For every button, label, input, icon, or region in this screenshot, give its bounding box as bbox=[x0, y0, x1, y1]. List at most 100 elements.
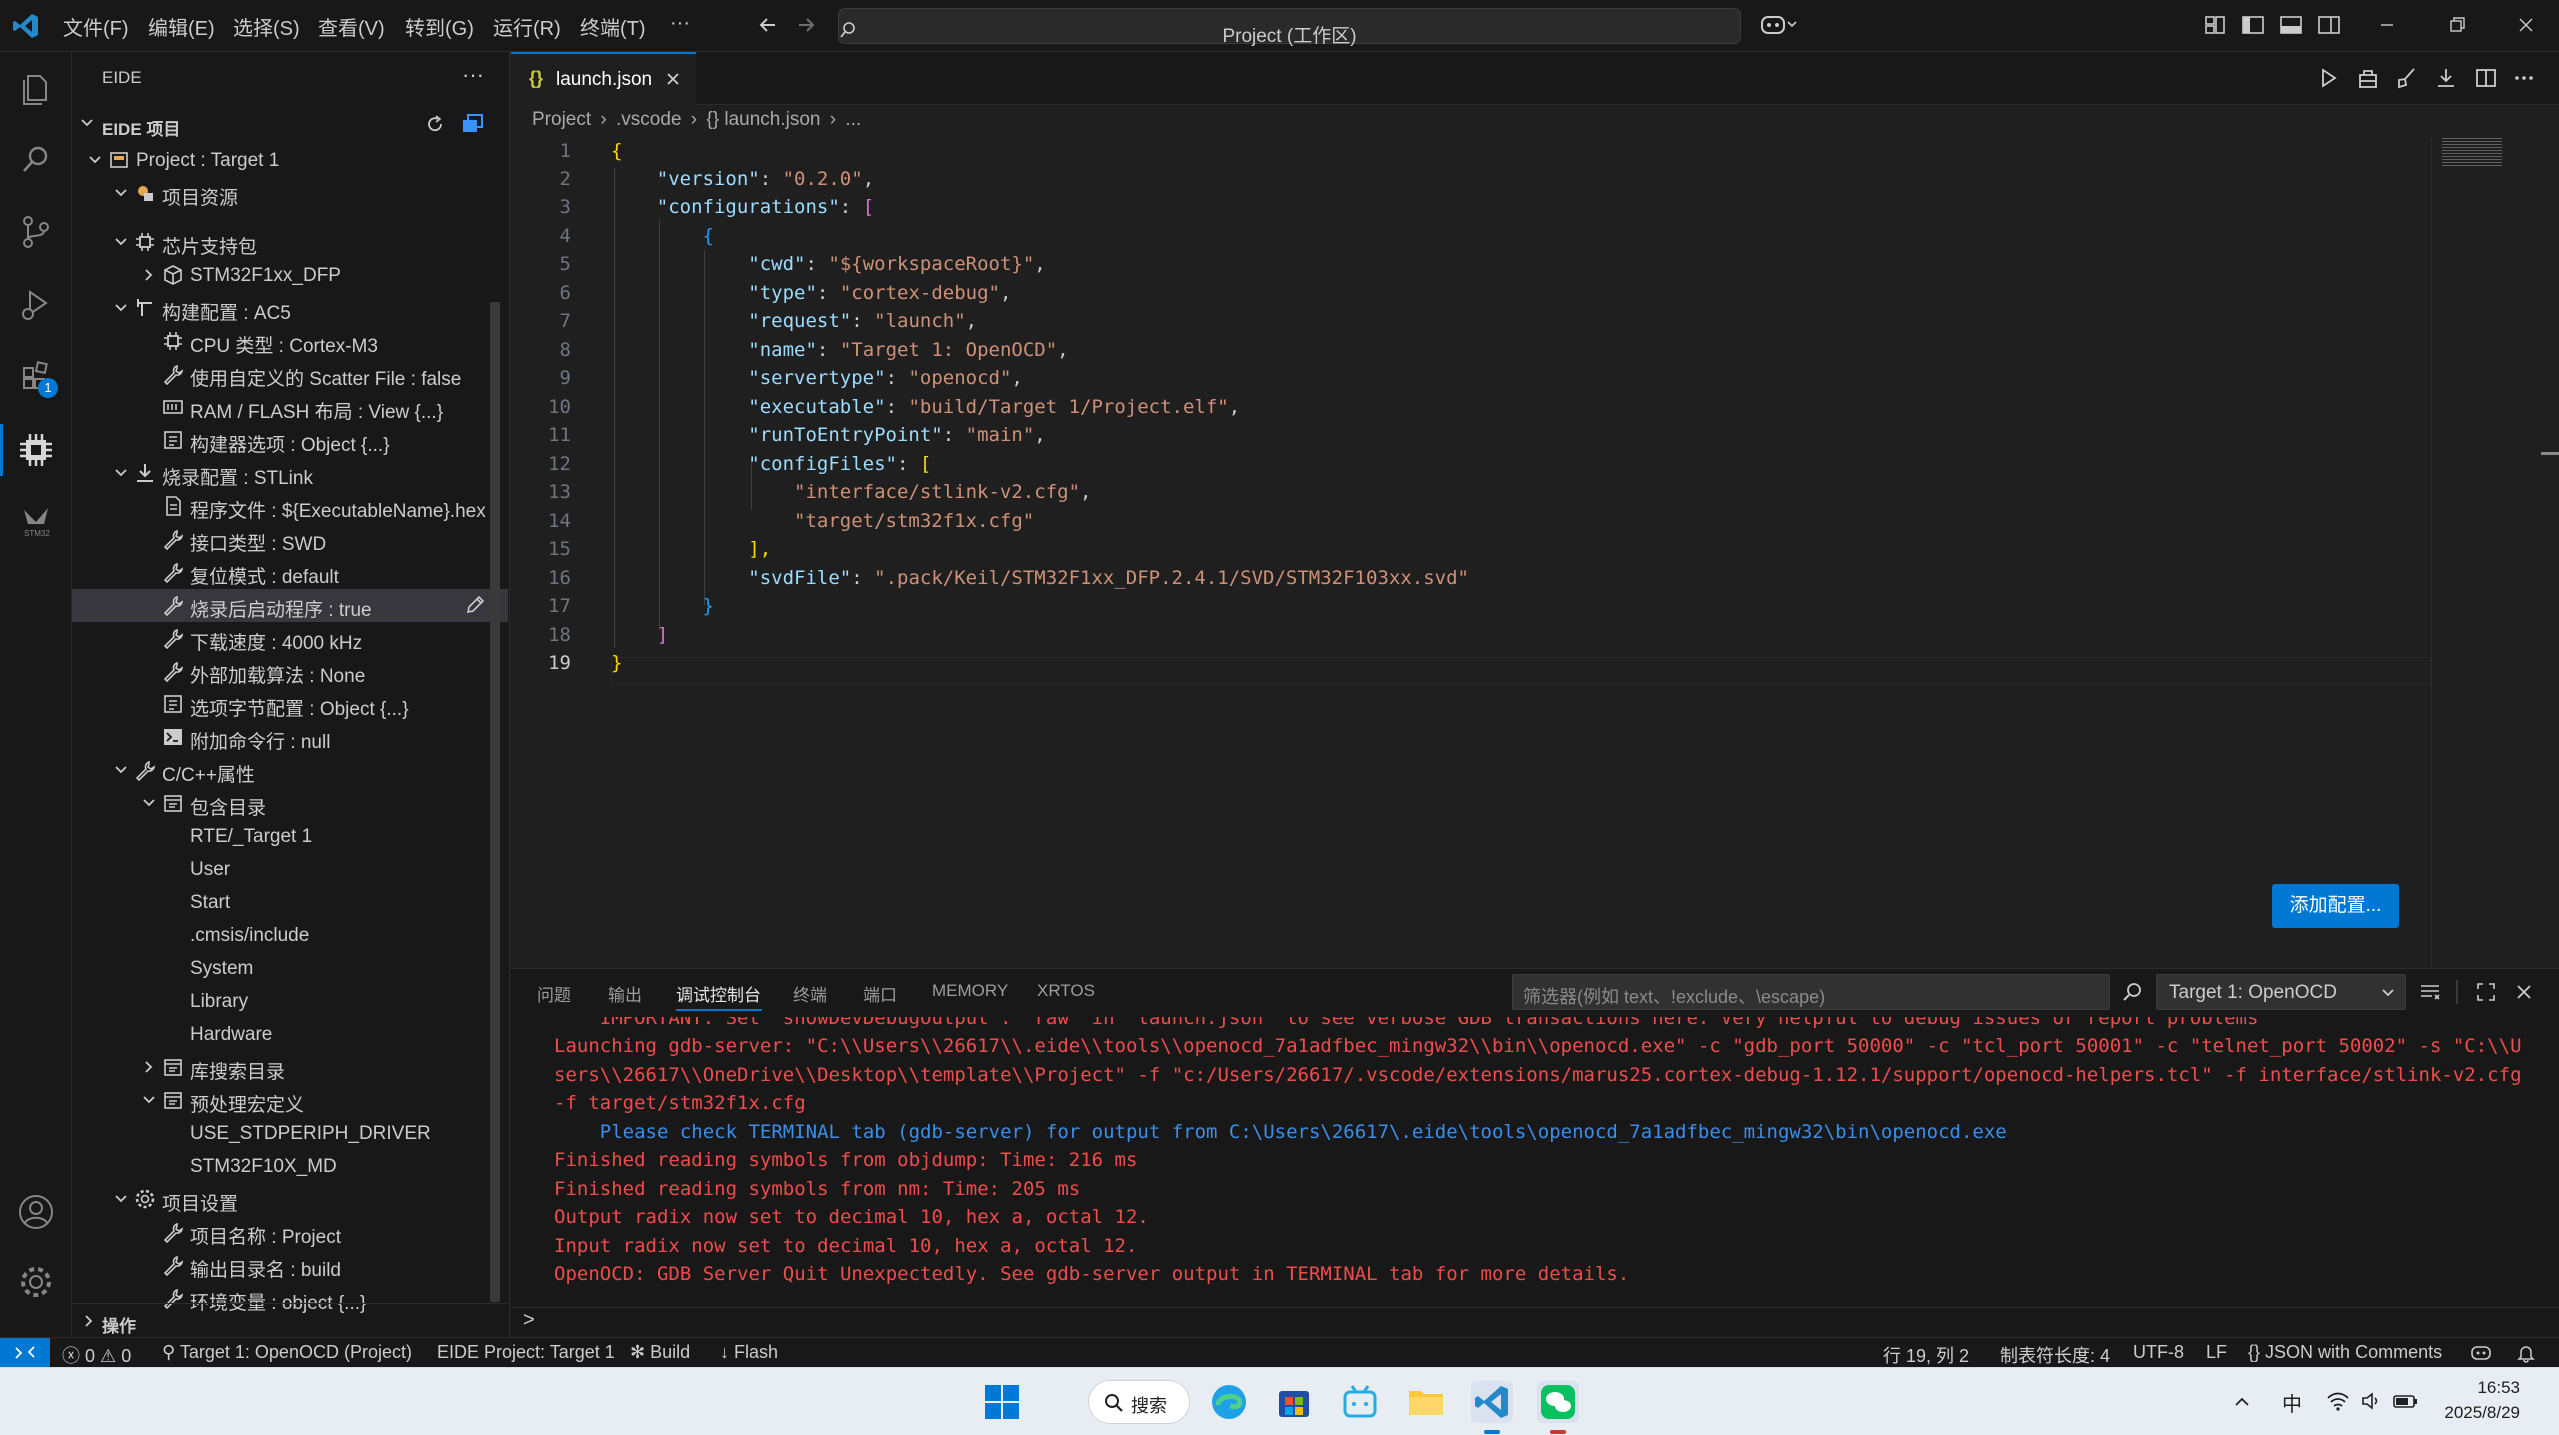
tree-item[interactable]: 复位模式 : default bbox=[72, 556, 508, 589]
menu-file[interactable]: 文件(F) bbox=[63, 12, 129, 41]
filter-search-icon[interactable] bbox=[2120, 980, 2144, 1004]
breadcrumb-symbol[interactable]: ... bbox=[845, 109, 861, 130]
tree-item[interactable]: Start bbox=[72, 886, 508, 919]
eide-project-section-header[interactable]: EIDE 项目 bbox=[72, 107, 508, 140]
accounts-icon[interactable] bbox=[14, 1190, 58, 1234]
eide-project-status[interactable]: EIDE Project: Target 1 bbox=[437, 1342, 615, 1363]
code-editor[interactable]: 1 2 3 4 5 6 7 8 9 10 11 12 13 14 15 16 17 18 19 { "version… bbox=[511, 138, 2559, 968]
windows-start-icon[interactable] bbox=[981, 1381, 1023, 1423]
debug-target-status[interactable]: ⚲ Target 1: OpenOCD (Project) bbox=[162, 1342, 412, 1363]
console-prompt[interactable]: > bbox=[523, 1309, 535, 1332]
chevron-down-icon[interactable] bbox=[112, 184, 130, 202]
maximize-panel-icon[interactable] bbox=[2474, 980, 2498, 1004]
tab-debug-console[interactable]: 调试控制台 bbox=[676, 981, 761, 1006]
console-filter-input[interactable]: 筛选器(例如 text、!exclude、\escape) bbox=[1512, 974, 2110, 1010]
source-control-icon[interactable] bbox=[14, 210, 58, 254]
vscode-taskbar-icon[interactable] bbox=[1471, 1381, 1513, 1423]
run-file-icon[interactable] bbox=[2316, 66, 2340, 90]
tree-item[interactable]: 构建器选项 : Object {...} bbox=[72, 424, 508, 457]
tree-item[interactable]: 预处理宏定义 bbox=[72, 1084, 508, 1117]
wechat-icon[interactable] bbox=[1537, 1381, 1579, 1423]
run-debug-icon[interactable] bbox=[14, 282, 58, 326]
minimap[interactable] bbox=[2431, 138, 2559, 968]
clean-icon[interactable] bbox=[2394, 66, 2418, 90]
taskbar-time[interactable]: 16:53 bbox=[2458, 1378, 2520, 1398]
tree-item[interactable]: 芯片支持包 bbox=[72, 226, 508, 259]
tree-item[interactable]: 项目资源 bbox=[72, 177, 508, 210]
taskbar-date[interactable]: 2025/8/29 bbox=[2432, 1403, 2520, 1423]
notifications-bell-icon[interactable] bbox=[2516, 1343, 2536, 1363]
menu-edit[interactable]: 编辑(E) bbox=[148, 12, 215, 41]
wifi-icon[interactable] bbox=[2326, 1390, 2350, 1412]
tree-item[interactable]: 烧录后启动程序 : true bbox=[72, 589, 508, 622]
chevron-down-icon[interactable] bbox=[112, 233, 130, 251]
menu-more[interactable]: ··· bbox=[670, 12, 690, 35]
chevron-down-icon[interactable] bbox=[140, 794, 158, 812]
breadcrumb-file[interactable]: {} launch.json bbox=[706, 109, 820, 130]
tree-item[interactable]: 构建配置 : AC5 bbox=[72, 292, 508, 325]
add-configuration-button[interactable]: 添加配置... bbox=[2272, 884, 2399, 928]
microsoft-store-icon[interactable] bbox=[1273, 1381, 1315, 1423]
breadcrumb-vscode[interactable]: .vscode bbox=[616, 109, 681, 130]
explorer-icon[interactable] bbox=[14, 66, 58, 110]
chevron-up-icon[interactable] bbox=[2232, 1392, 2252, 1412]
tree-item[interactable]: 接口类型 : SWD bbox=[72, 523, 508, 556]
tree-item[interactable]: 库搜索目录 bbox=[72, 1051, 508, 1084]
volume-icon[interactable] bbox=[2360, 1390, 2382, 1412]
settings-gear-icon[interactable] bbox=[14, 1260, 58, 1304]
tree-item[interactable]: STM32F1xx_DFP bbox=[72, 259, 508, 292]
tree-item[interactable]: USE_STDPERIPH_DRIVER bbox=[72, 1117, 508, 1150]
command-center-search[interactable]: Project (工作区) bbox=[838, 8, 1741, 47]
debug-session-select[interactable]: Target 1: OpenOCD bbox=[2156, 974, 2406, 1010]
file-explorer-icon[interactable] bbox=[1405, 1381, 1447, 1423]
back-arrow-icon[interactable] bbox=[755, 12, 781, 38]
tree-item[interactable]: Project : Target 1 bbox=[72, 144, 508, 177]
flash-status[interactable]: ↓ Flash bbox=[720, 1342, 778, 1363]
tab-problems[interactable]: 问题 bbox=[537, 981, 571, 1006]
language-mode[interactable]: {} JSON with Comments bbox=[2248, 1342, 2442, 1363]
split-editor-icon[interactable] bbox=[2474, 66, 2498, 90]
menu-selection[interactable]: 选择(S) bbox=[233, 12, 300, 41]
editor-more-icon[interactable] bbox=[2512, 66, 2536, 90]
tree-item[interactable]: CPU 类型 : Cortex-M3 bbox=[72, 325, 508, 358]
tree-item[interactable]: 选项字节配置 : Object {...} bbox=[72, 688, 508, 721]
tree-item[interactable]: 程序文件 : ${ExecutableName}.hex bbox=[72, 490, 508, 523]
menu-view[interactable]: 查看(V) bbox=[318, 12, 385, 41]
tab-memory[interactable]: MEMORY bbox=[932, 981, 1008, 1001]
ime-indicator[interactable]: 中 bbox=[2282, 1388, 2302, 1417]
cursor-position[interactable]: 行 19, 列 2 bbox=[1883, 1342, 1969, 1368]
search-view-icon[interactable] bbox=[14, 138, 58, 182]
tab-output[interactable]: 输出 bbox=[608, 981, 642, 1006]
tree-item[interactable]: 外部加载算法 : None bbox=[72, 655, 508, 688]
tab-launch-json[interactable]: {} launch.json bbox=[511, 52, 696, 105]
tab-xrtos[interactable]: XRTOS bbox=[1037, 981, 1095, 1001]
refresh-icon[interactable] bbox=[424, 113, 446, 135]
forward-arrow-icon[interactable] bbox=[793, 12, 819, 38]
stm32-cube-icon[interactable]: STM32 bbox=[14, 500, 58, 544]
menu-terminal[interactable]: 终端(T) bbox=[580, 12, 646, 41]
tree-item[interactable]: 烧录配置 : STLink bbox=[72, 457, 508, 490]
tree-item[interactable]: 项目名称 : Project bbox=[72, 1216, 508, 1249]
toggle-secondary-sidebar-icon[interactable] bbox=[2316, 12, 2342, 38]
chevron-down-icon[interactable] bbox=[112, 761, 130, 779]
tree-item[interactable]: STM32F10X_MD bbox=[72, 1150, 508, 1183]
download-flash-icon[interactable] bbox=[2434, 66, 2458, 90]
minimize-icon[interactable] bbox=[2374, 12, 2400, 38]
chevron-down-icon[interactable] bbox=[140, 1091, 158, 1109]
chevron-down-icon[interactable] bbox=[112, 1190, 130, 1208]
battery-icon[interactable] bbox=[2392, 1390, 2420, 1412]
customize-layout-icon[interactable] bbox=[2202, 12, 2228, 38]
eide-chip-icon[interactable] bbox=[14, 428, 58, 472]
menu-go[interactable]: 转到(G) bbox=[405, 12, 474, 41]
problems-status[interactable]: ⓧ 0 ⚠ 0 bbox=[62, 1342, 131, 1368]
chevron-right-icon[interactable] bbox=[140, 266, 158, 284]
build-status[interactable]: ✻ Build bbox=[630, 1342, 690, 1363]
project-switch-icon[interactable] bbox=[460, 112, 484, 136]
remote-indicator[interactable] bbox=[0, 1338, 50, 1367]
edge-browser-icon[interactable] bbox=[1208, 1381, 1250, 1423]
tree-item[interactable]: System bbox=[72, 952, 508, 985]
menu-run[interactable]: 运行(R) bbox=[493, 12, 561, 41]
close-panel-icon[interactable] bbox=[2512, 980, 2536, 1004]
breadcrumb-project[interactable]: Project bbox=[532, 109, 591, 130]
copilot-icon[interactable] bbox=[1760, 12, 1800, 38]
